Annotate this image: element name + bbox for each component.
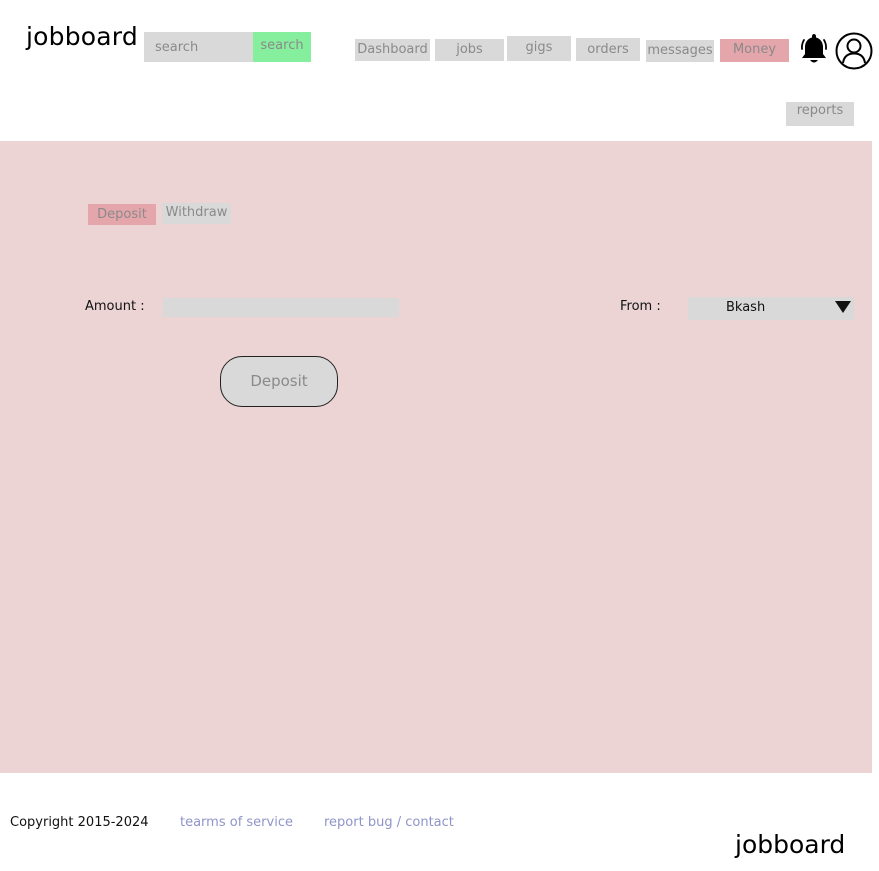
from-select[interactable]: Bkash [688, 297, 854, 320]
from-label: From : [620, 299, 661, 314]
user-icon[interactable] [835, 32, 873, 70]
tab-withdraw[interactable]: Withdraw [162, 203, 231, 224]
nav-gigs[interactable]: gigs [507, 36, 571, 61]
nav-messages[interactable]: messages [646, 40, 714, 62]
search-button[interactable]: search [253, 32, 311, 62]
nav-orders[interactable]: orders [576, 38, 640, 61]
amount-input[interactable] [163, 298, 399, 317]
nav-dashboard[interactable]: Dashboard [355, 39, 430, 61]
nav-jobs[interactable]: jobs [435, 39, 504, 61]
copyright-text: Copyright 2015-2024 [10, 815, 149, 830]
terms-link[interactable]: tearms of service [180, 815, 293, 830]
dropdown-caret-icon[interactable] [835, 301, 851, 313]
tab-deposit[interactable]: Deposit [88, 204, 156, 225]
bell-icon[interactable] [799, 32, 829, 66]
report-bug-link[interactable]: report bug / contact [324, 815, 454, 830]
deposit-button[interactable]: Deposit [220, 356, 338, 407]
footer-logo[interactable]: jobboard [735, 830, 845, 859]
nav-money[interactable]: Money [720, 39, 789, 62]
nav-reports[interactable]: reports [786, 102, 854, 126]
amount-label: Amount : [85, 299, 145, 314]
search-input[interactable] [144, 32, 253, 62]
site-logo[interactable]: jobboard [26, 22, 138, 51]
money-panel [0, 141, 872, 773]
from-select-value: Bkash [726, 300, 766, 315]
